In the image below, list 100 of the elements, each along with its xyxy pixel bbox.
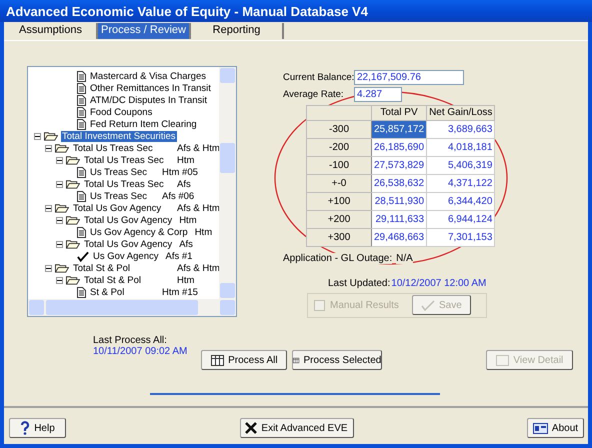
table-cell[interactable]: 6,944,124 [426, 210, 495, 228]
field-label: Current Balance: [283, 72, 351, 84]
table-cell[interactable]: 29,111,633 [372, 210, 427, 228]
collapse-toggle[interactable] [45, 264, 52, 272]
open-folder-icon [66, 239, 80, 249]
row-header: +-0 [306, 174, 372, 192]
row-header: +200 [306, 210, 372, 228]
tree-item-tag: Afs #06 [162, 190, 194, 202]
tree-item-label[interactable]: Us Gov Agency & Corp [89, 226, 189, 238]
vertical-scrollbar[interactable] [219, 67, 236, 299]
collapse-toggle[interactable] [34, 132, 41, 140]
document-icon [77, 118, 86, 130]
open-folder-icon [44, 131, 58, 141]
document-icon [77, 166, 86, 178]
column-header: Net Gain/Loss [426, 105, 495, 120]
field-label: Average Rate: [283, 89, 345, 100]
outage-value: N/A [396, 252, 413, 264]
table-cell[interactable]: 28,511,930 [372, 192, 427, 210]
table-cell[interactable]: 26,538,632 [372, 174, 427, 192]
document-icon [77, 106, 86, 118]
table-cell[interactable]: 6,344,420 [426, 192, 495, 210]
table-cell[interactable]: 4,018,181 [426, 138, 495, 156]
row-header: +300 [306, 228, 372, 246]
collapse-toggle[interactable] [56, 216, 63, 224]
tree-item-label[interactable]: Us Gov Agency [92, 250, 160, 262]
tree-item-label[interactable]: Total Us Treas Sec [83, 178, 171, 190]
tree-item-tag: Htm [177, 154, 194, 166]
tree-item-tag: Afs & Htm [177, 142, 219, 154]
open-folder-icon [66, 179, 80, 189]
table-header [306, 105, 372, 120]
document-icon [77, 226, 86, 238]
document-icon [77, 94, 86, 106]
tree-item-tag: Htm #15 [162, 286, 198, 298]
tree-item-label[interactable]: ATM/DC Disputes In Transit [89, 94, 208, 106]
tree-item-label[interactable]: Other Remittances In Transit [89, 82, 212, 94]
row-header: -300 [306, 120, 372, 138]
document-icon [77, 190, 86, 202]
average-rate-field[interactable]: 4.287 [354, 87, 402, 102]
collapse-toggle[interactable] [56, 180, 63, 188]
table-cell[interactable]: 4,371,122 [426, 174, 495, 192]
last-process-value: 10/11/2007 09:02 AM [93, 346, 188, 357]
process-button[interactable]: Process Selected [292, 350, 382, 370]
document-icon [77, 82, 86, 94]
open-folder-icon [66, 155, 80, 165]
tree-item-tag: Htm #05 [162, 166, 198, 178]
table-cell[interactable]: 29,468,663 [372, 228, 427, 246]
exit-button[interactable]: Exit Advanced EVE [240, 418, 354, 438]
table-cell[interactable]: 27,573,829 [372, 156, 427, 174]
outage-label: Application - GL Outage: [283, 252, 392, 264]
collapse-toggle[interactable] [56, 276, 63, 284]
last-updated-label: Last Updated: [328, 278, 390, 289]
tab[interactable]: Process / Review [98, 23, 191, 39]
tree-item-tag: Htm [177, 274, 194, 286]
tree-item-label[interactable]: Total Us Treas Sec [83, 154, 171, 166]
tree-item-label[interactable]: Total St & Pol [72, 262, 171, 274]
tree-item-tag: Afs & Htm [177, 262, 219, 274]
collapse-toggle[interactable] [56, 156, 63, 164]
tree-item-label[interactable]: Total Us Gov Agency [72, 202, 171, 214]
tree-item-label[interactable]: Fed Return Item Clearing [89, 118, 198, 130]
table-cell[interactable]: 25,857,172 [372, 120, 427, 138]
tree-item-tag: Htm [194, 226, 212, 238]
tree-item-tag: Afs #1 [165, 250, 192, 262]
tree-item-label[interactable]: Total Us Gov Agency [83, 238, 174, 250]
window-title: Advanced Economic Value of Equity - Manual Database V4 [6, 4, 368, 18]
open-folder-icon [55, 263, 69, 273]
question-mark-icon [20, 421, 30, 435]
last-updated-value: 10/12/2007 12:00 AM [391, 278, 486, 289]
tree-item-label[interactable]: Us Treas Sec [89, 166, 156, 178]
tree-item-tag: Afs [177, 178, 191, 190]
column-header: Total PV [372, 105, 427, 120]
tree-item-label[interactable]: Total St & Pol [83, 274, 171, 286]
row-header: -200 [306, 138, 372, 156]
table-cell[interactable]: 26,185,690 [372, 138, 427, 156]
collapse-toggle[interactable] [56, 240, 63, 248]
tree-item-label[interactable]: Food Coupons [89, 106, 154, 118]
row-header: -100 [306, 156, 372, 174]
table-cell[interactable]: 3,689,663 [426, 120, 495, 138]
about-button[interactable]: About [527, 418, 584, 438]
collapse-toggle[interactable] [45, 144, 52, 152]
tree-item-tag: Afs & Htm [177, 202, 219, 214]
document-icon [77, 286, 86, 298]
tree-item-tag: Htm [179, 214, 197, 226]
check-mark-icon [421, 300, 436, 311]
table-cell[interactable]: 5,406,319 [426, 156, 495, 174]
collapse-toggle[interactable] [45, 204, 52, 212]
process-button[interactable]: Process All [201, 350, 288, 370]
tree-item-label[interactable]: Us Treas Sec [89, 190, 156, 202]
window-icon [496, 354, 510, 366]
tree-item-label[interactable]: St & Pol [89, 286, 156, 298]
row-header: +100 [306, 192, 372, 210]
table-cell[interactable]: 7,301,153 [426, 228, 495, 246]
current-balance-field[interactable]: 22,167,509.76 [354, 70, 464, 86]
tree-item-label[interactable]: Total Us Treas Sec [72, 142, 171, 154]
grid-icon [211, 354, 224, 366]
info-window-icon [532, 422, 548, 434]
help-button[interactable]: Help [9, 418, 66, 438]
tree-item-label[interactable]: Total Investment Securities [61, 130, 177, 142]
tree-item-label[interactable]: Mastercard & Visa Charges [89, 70, 207, 82]
horizontal-scrollbar[interactable] [28, 299, 236, 316]
tree-item-label[interactable]: Total Us Gov Agency [83, 214, 174, 226]
